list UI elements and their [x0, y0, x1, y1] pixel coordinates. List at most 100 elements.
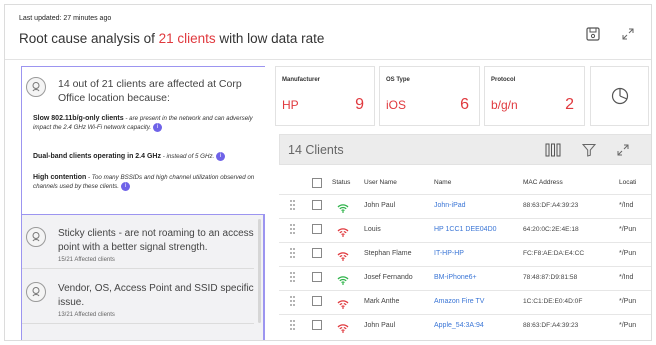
user-name-cell: John Paul — [364, 322, 396, 329]
client-name-link[interactable]: BM-iPhone6+ — [434, 274, 477, 281]
mac-address-cell: FC:F8:AE:DA:E4:CC — [523, 250, 585, 257]
drag-handle-icon[interactable] — [290, 272, 295, 283]
row-checkbox[interactable] — [312, 224, 322, 234]
drag-handle-icon[interactable] — [290, 320, 295, 331]
filter-icon[interactable] — [582, 143, 596, 157]
row-checkbox[interactable] — [312, 320, 322, 330]
location-cell: */Pun — [619, 250, 637, 257]
issue-affected: 15/21 Affected clients — [58, 257, 115, 263]
wifi-error-icon — [337, 296, 349, 309]
root-cause-icon — [26, 77, 46, 97]
table-row[interactable]: Louis HP 1CC1 DEE04D0 64:20:0C:2E:4E:18 */P… — [279, 218, 651, 240]
root-cause-icon — [26, 282, 46, 302]
card-header: Last updated: 27 minutes ago Root cause … — [5, 5, 651, 60]
cause-title: Slow 802.11b/g-only clients — [33, 115, 124, 122]
stat-value: 9 — [355, 96, 364, 113]
issue-title: Sticky clients - are not roaming to an a… — [58, 228, 254, 253]
stat-name: b/g/n — [491, 98, 518, 112]
pie-chart-icon — [611, 87, 629, 105]
drag-handle-icon[interactable] — [290, 296, 295, 307]
title-prefix: Root cause analysis of — [19, 31, 159, 46]
title-client-count: 21 clients — [158, 31, 216, 46]
cause-high-contention: High contention - Too many BSSIDs and hi… — [33, 174, 265, 192]
drag-handle-icon[interactable] — [290, 200, 295, 211]
wifi-icon — [337, 272, 349, 285]
stat-label: OS Type — [386, 77, 410, 83]
stat-value: 2 — [565, 96, 574, 113]
table-row[interactable]: John Paul Apple_54:3A:94 88:63:DF:A4:39:23… — [279, 314, 651, 336]
issue-item-vendor-os[interactable]: Vendor, OS, Access Point and SSID specif… — [22, 270, 254, 324]
row-checkbox[interactable] — [312, 296, 322, 306]
expand-icon[interactable] — [621, 27, 637, 43]
select-all-checkbox[interactable] — [312, 178, 322, 188]
row-checkbox[interactable] — [312, 200, 322, 210]
mac-address-cell: 88:63:DF:A4:39:23 — [523, 322, 579, 329]
info-icon[interactable]: i — [120, 182, 130, 192]
root-cause-card: Last updated: 27 minutes ago Root cause … — [4, 4, 652, 341]
user-name-cell: Louis — [364, 226, 381, 233]
drag-handle-icon[interactable] — [290, 248, 295, 259]
issue-affected: 13/21 Affected clients — [58, 312, 115, 318]
client-name-link[interactable]: John-iPad — [434, 202, 466, 209]
cause-title: High contention — [33, 174, 87, 181]
column-status[interactable]: Status — [332, 179, 350, 186]
columns-icon[interactable] — [545, 143, 561, 157]
table-header-row: Status User Name Name MAC Address Locati — [279, 173, 651, 193]
info-icon[interactable]: i — [216, 152, 226, 161]
user-name-cell: Stephan Flame — [364, 250, 412, 257]
issue-item-sticky-clients[interactable]: Sticky clients - are not roaming to an a… — [22, 215, 254, 269]
client-name-link[interactable]: Amazon Fire TV — [434, 298, 484, 305]
user-name-cell: Josef Fernando — [364, 274, 413, 281]
table-row[interactable]: John Paul John-iPad 88:63:DF:A4:39:23 */Ind — [279, 194, 651, 216]
title-suffix: with low data rate — [215, 31, 325, 46]
mac-address-cell: 88:63:DF:A4:39:23 — [523, 202, 579, 209]
wifi-error-icon — [337, 248, 349, 261]
last-updated: Last updated: 27 minutes ago — [19, 15, 112, 22]
clients-table: 14 Clients Status User Name Name MAC Add… — [279, 134, 651, 340]
table-row[interactable]: Mark Anthe Amazon Fire TV 1C:C1:DE:E0:4D:0… — [279, 290, 651, 312]
cause-text: - instead of 5 GHz. — [160, 153, 215, 161]
row-checkbox[interactable] — [312, 248, 322, 258]
issue-title: Vendor, OS, Access Point and SSID specif… — [58, 283, 254, 308]
location-cell: */Pun — [619, 226, 637, 233]
column-location[interactable]: Locati — [619, 179, 636, 186]
location-cell: */Ind — [619, 202, 634, 209]
table-row[interactable]: Stephan Flame IT-HP-HP FC:F8:AE:DA:E4:CC */… — [279, 242, 651, 264]
row-checkbox[interactable] — [312, 272, 322, 282]
table-row[interactable]: Josef Fernando BM-iPhone6+ 78:48:87:D9:81:… — [279, 266, 651, 288]
stat-manufacturer[interactable]: Manufacturer HP 9 — [275, 66, 375, 126]
stat-name: HP — [282, 98, 299, 112]
client-name-link[interactable]: HP 1CC1 DEE04D0 — [434, 226, 497, 233]
wifi-error-icon — [337, 224, 349, 237]
stat-label: Protocol — [491, 77, 516, 83]
scrollbar[interactable] — [258, 219, 261, 323]
client-name-link[interactable]: IT-HP-HP — [434, 250, 464, 257]
stat-os-type[interactable]: OS Type iOS 6 — [379, 66, 480, 126]
location-cell: */Pun — [619, 322, 637, 329]
root-cause-summary: 14 out of 21 clients are affected at Cor… — [21, 66, 265, 216]
root-cause-icon — [26, 227, 46, 247]
location-cell: */Pun — [619, 298, 637, 305]
issues-list: Sticky clients - are not roaming to an a… — [21, 214, 265, 340]
table-toolbar: 14 Clients — [279, 134, 651, 165]
column-name[interactable]: Name — [434, 179, 451, 186]
column-mac-address[interactable]: MAC Address — [523, 179, 563, 186]
column-user-name[interactable]: User Name — [364, 179, 397, 186]
pie-chart-button[interactable] — [590, 66, 649, 126]
expand-icon[interactable] — [616, 143, 630, 157]
cause-title: Dual-band clients operating in 2.4 GHz — [33, 153, 161, 161]
location-cell: */Ind — [619, 274, 634, 281]
mac-address-cell: 1C:C1:DE:E0:4D:0F — [523, 298, 583, 305]
cause-slow-clients: Slow 802.11b/g-only clients - are presen… — [33, 115, 265, 133]
stat-label: Manufacturer — [282, 77, 321, 83]
stat-value: 6 — [460, 96, 469, 113]
stat-protocol[interactable]: Protocol b/g/n 2 — [484, 66, 585, 126]
stat-name: iOS — [386, 98, 407, 112]
user-name-cell: Mark Anthe — [364, 298, 400, 305]
drag-handle-icon[interactable] — [290, 224, 295, 235]
save-icon[interactable] — [586, 27, 602, 43]
client-name-link[interactable]: Apple_54:3A:94 — [434, 322, 484, 329]
wifi-error-icon — [337, 320, 349, 333]
user-name-cell: John Paul — [364, 202, 396, 209]
info-icon[interactable]: i — [152, 123, 162, 133]
